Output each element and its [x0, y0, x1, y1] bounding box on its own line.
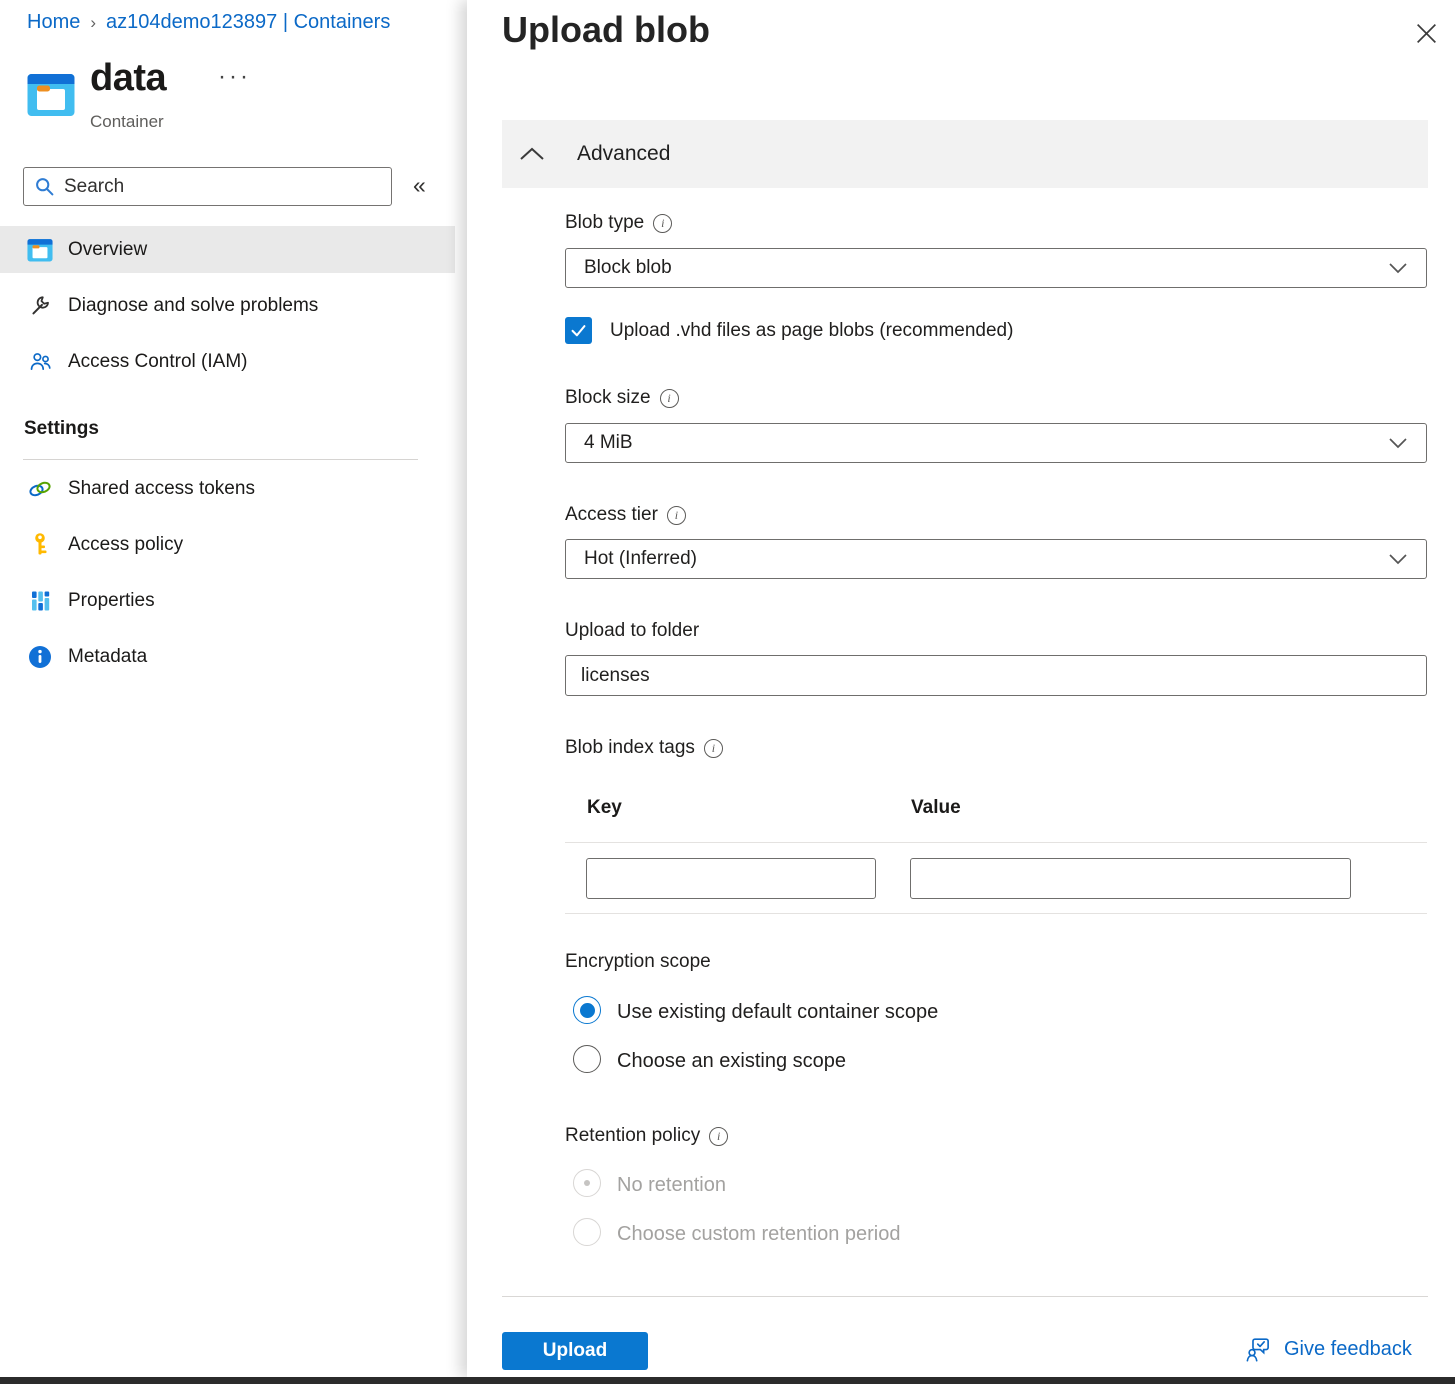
upload-button[interactable]: Upload [502, 1332, 648, 1370]
radio-default-container-scope[interactable] [573, 996, 601, 1024]
sidebar-item-label: Metadata [68, 646, 147, 668]
block-size-value: 4 MiB [584, 432, 633, 454]
search-icon [34, 176, 55, 197]
wrench-icon [27, 294, 53, 318]
divider [565, 842, 1427, 843]
radio-no-retention [573, 1169, 601, 1197]
radio-no-retention-label: No retention [617, 1174, 726, 1197]
sidebar-search[interactable] [23, 167, 392, 206]
resource-type-label: Container [90, 112, 164, 132]
block-size-label-text: Block size [565, 387, 651, 409]
upload-blob-panel: Upload blob Advanced Blob type i Block b… [467, 0, 1455, 1377]
tag-key-input[interactable] [586, 858, 876, 899]
blob-type-select[interactable]: Block blob [565, 248, 1427, 288]
search-input[interactable] [64, 176, 381, 198]
sidebar-item-label: Shared access tokens [68, 478, 255, 500]
encryption-scope-label-text: Encryption scope [565, 951, 711, 973]
radio-default-container-scope-label: Use existing default container scope [617, 1001, 938, 1024]
sidebar-item-properties[interactable]: Properties [0, 577, 455, 624]
info-circle-icon [27, 645, 53, 669]
radio-choose-existing-scope-label: Choose an existing scope [617, 1050, 846, 1073]
blob-type-value: Block blob [584, 257, 672, 279]
tags-key-header: Key [587, 797, 622, 819]
access-tier-select[interactable]: Hot (Inferred) [565, 539, 1427, 579]
give-feedback-label: Give feedback [1284, 1338, 1412, 1361]
people-icon [27, 350, 53, 374]
give-feedback-link[interactable]: Give feedback [1245, 1335, 1412, 1363]
upload-folder-label-text: Upload to folder [565, 620, 699, 642]
access-tier-label-text: Access tier [565, 504, 658, 526]
divider [565, 913, 1427, 914]
link-rings-icon [27, 477, 53, 501]
blob-index-tags-label-text: Blob index tags [565, 737, 695, 759]
sidebar-item-label: Properties [68, 590, 155, 612]
divider [502, 1296, 1428, 1297]
person-chat-icon [1245, 1335, 1273, 1363]
radio-choose-existing-scope[interactable] [573, 1045, 601, 1073]
vhd-page-blob-label: Upload .vhd files as page blobs (recomme… [610, 320, 1013, 342]
upload-folder-label: Upload to folder [565, 620, 699, 642]
chevron-down-icon [1388, 437, 1408, 449]
sidebar-item-label: Overview [68, 239, 147, 261]
window-bottom-edge [0, 1377, 1455, 1384]
close-icon[interactable] [1411, 18, 1441, 48]
access-tier-label: Access tier i [565, 504, 686, 526]
key-icon [27, 533, 53, 557]
divider [23, 459, 418, 460]
more-menu-ellipsis-icon[interactable]: ··· [218, 63, 251, 91]
retention-policy-label: Retention policy i [565, 1125, 728, 1147]
radio-custom-retention-label: Choose custom retention period [617, 1223, 901, 1246]
sliders-icon [27, 589, 53, 613]
info-icon[interactable]: i [660, 389, 679, 408]
sidebar-item-diagnose[interactable]: Diagnose and solve problems [0, 282, 455, 329]
container-window-icon [27, 72, 75, 122]
settings-section-header: Settings [24, 418, 99, 440]
sidebar-item-shared-access-tokens[interactable]: Shared access tokens [0, 465, 455, 512]
sidebar-item-access-policy[interactable]: Access policy [0, 521, 455, 568]
chevron-down-icon [1388, 553, 1408, 565]
blob-index-tags-label: Blob index tags i [565, 737, 723, 759]
container-window-icon [27, 238, 53, 262]
sidebar-item-access-control[interactable]: Access Control (IAM) [0, 338, 455, 385]
blob-type-label-text: Blob type [565, 212, 644, 234]
container-blade: Home › az104demo123897 | Containers data ·… [0, 0, 467, 1377]
sidebar-item-metadata[interactable]: Metadata [0, 633, 455, 680]
info-icon[interactable]: i [704, 739, 723, 758]
advanced-section-toggle[interactable]: Advanced [502, 120, 1428, 188]
info-icon[interactable]: i [667, 506, 686, 525]
encryption-scope-label: Encryption scope [565, 951, 711, 973]
breadcrumb-home-link[interactable]: Home [27, 11, 80, 33]
advanced-section-label: Advanced [577, 142, 670, 166]
block-size-label: Block size i [565, 387, 679, 409]
info-icon[interactable]: i [709, 1127, 728, 1146]
vhd-page-blob-checkbox[interactable] [565, 317, 592, 344]
info-icon[interactable]: i [653, 214, 672, 233]
chevron-down-icon [1388, 262, 1408, 274]
sidebar-item-label: Access policy [68, 534, 183, 556]
collapse-sidebar-icon[interactable]: « [413, 172, 426, 199]
page-title: data [90, 57, 166, 100]
sidebar-item-label: Access Control (IAM) [68, 351, 247, 373]
breadcrumb-separator: › [90, 13, 96, 32]
breadcrumb-current-link[interactable]: az104demo123897 | Containers [106, 11, 390, 33]
block-size-select[interactable]: 4 MiB [565, 423, 1427, 463]
tag-value-input[interactable] [910, 858, 1351, 899]
access-tier-value: Hot (Inferred) [584, 548, 697, 570]
upload-folder-input[interactable] [565, 655, 1427, 696]
breadcrumb: Home › az104demo123897 | Containers [27, 11, 390, 34]
retention-policy-label-text: Retention policy [565, 1125, 700, 1147]
tags-value-header: Value [911, 797, 961, 819]
blob-type-label: Blob type i [565, 212, 672, 234]
sidebar-item-overview[interactable]: Overview [0, 226, 455, 273]
sidebar-item-label: Diagnose and solve problems [68, 295, 318, 317]
chevron-up-icon [518, 146, 546, 162]
radio-custom-retention [573, 1218, 601, 1246]
panel-title: Upload blob [502, 9, 710, 51]
